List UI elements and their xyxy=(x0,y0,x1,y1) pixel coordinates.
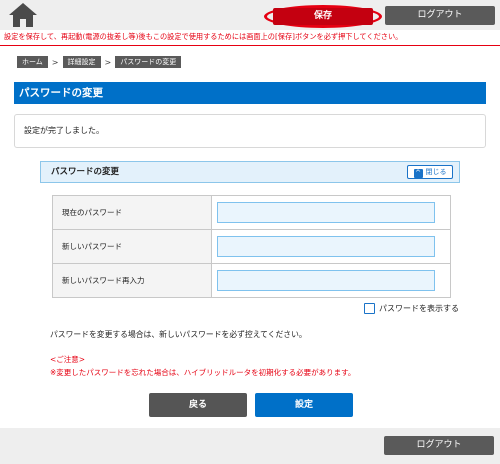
divider xyxy=(0,45,500,46)
home-icon[interactable] xyxy=(8,2,38,28)
show-password-checkbox[interactable] xyxy=(364,303,375,314)
form-row-current: 現在のパスワード xyxy=(52,195,451,230)
page-title: パスワードの変更 xyxy=(14,82,486,104)
breadcrumb: ホーム > 詳細設定 > パスワードの変更 xyxy=(17,56,182,68)
logout-button-top[interactable]: ログアウト xyxy=(385,6,495,25)
chevron-up-icon: ^ xyxy=(413,169,423,178)
back-button[interactable]: 戻る xyxy=(149,393,247,417)
logout-button-bottom[interactable]: ログアウト xyxy=(384,436,494,455)
new-password-label: 新しいパスワード xyxy=(52,229,212,264)
current-password-input[interactable] xyxy=(217,202,435,223)
form-row-new: 新しいパスワード xyxy=(52,229,451,264)
info-text: パスワードを変更する場合は、新しいパスワードを必ず控えてください。 xyxy=(50,330,307,339)
collapse-button[interactable]: ^ 閉じる xyxy=(407,165,453,179)
save-button[interactable]: 保存 xyxy=(273,8,373,25)
breadcrumb-separator: > xyxy=(51,57,59,67)
current-password-label: 現在のパスワード xyxy=(52,195,212,230)
show-password-toggle[interactable]: パスワードを表示する xyxy=(364,303,459,314)
caution-text: ※変更したパスワードを忘れた場合は、ハイブリッドルータを初期化する必要があります… xyxy=(50,368,356,377)
caution-title: <ご注意> xyxy=(50,355,86,364)
save-warning-text: 設定を保存して、再起動(電源の抜差し等)後もこの設定で使用するためには画面上の[… xyxy=(4,32,403,41)
confirm-password-label: 新しいパスワード再入力 xyxy=(52,263,212,298)
new-password-input[interactable] xyxy=(217,236,435,257)
status-message: 設定が完了しました。 xyxy=(14,114,486,148)
panel-title: パスワードの変更 xyxy=(51,167,120,177)
breadcrumb-advanced[interactable]: 詳細設定 xyxy=(62,56,101,68)
submit-button[interactable]: 設定 xyxy=(255,393,353,417)
breadcrumb-home[interactable]: ホーム xyxy=(17,56,48,68)
show-password-label: パスワードを表示する xyxy=(379,304,459,313)
panel-header: パスワードの変更 ^ 閉じる xyxy=(40,161,460,183)
collapse-label: 閉じる xyxy=(425,168,447,176)
form-row-confirm: 新しいパスワード再入力 xyxy=(52,263,451,298)
breadcrumb-current: パスワードの変更 xyxy=(115,56,182,68)
password-form: 現在のパスワード 新しいパスワード 新しいパスワード再入力 xyxy=(52,195,451,298)
confirm-password-input[interactable] xyxy=(217,270,435,291)
breadcrumb-separator: > xyxy=(104,57,112,67)
